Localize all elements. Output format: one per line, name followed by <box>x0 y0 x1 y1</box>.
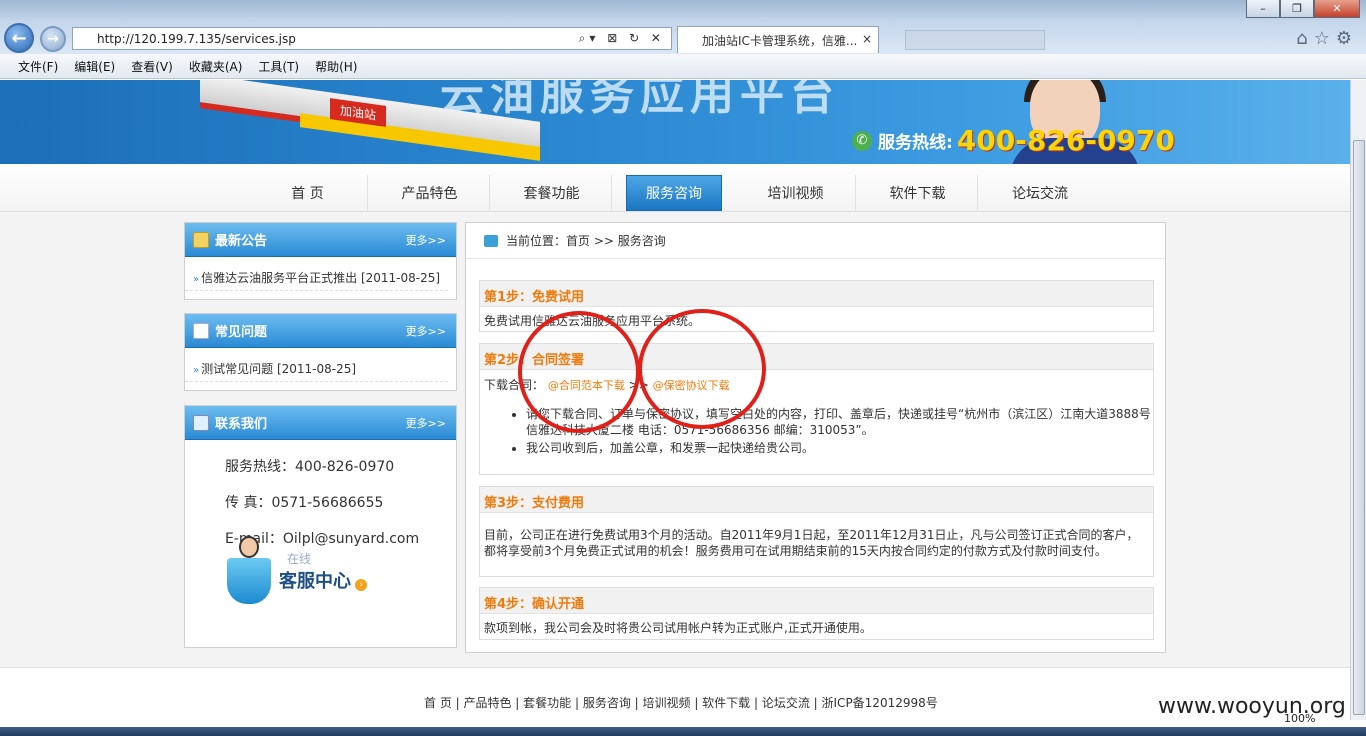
announcements-box: 最新公告 更多>> » 信雅达云油服务平台正式推出 [2011-08-25] <box>184 222 457 300</box>
forward-arrow-icon: → <box>47 31 59 47</box>
list-item[interactable]: » 信雅达云油服务平台正式推出 [2011-08-25] <box>185 257 448 291</box>
hotline-label: 服务热线: <box>878 133 953 153</box>
main-panel: 当前位置：首页 >> 服务咨询 第1步：免费试用 免费试用信雅达云油服务应用平台… <box>465 222 1166 653</box>
watermark: www.wooyun.org <box>1158 694 1346 719</box>
announcements-more-link[interactable]: 更多>> <box>406 232 446 248</box>
taskbar <box>0 727 1366 736</box>
step-body: 目前，公司正在进行免费试用3个月的活动。自2011年9月1日起，至2011年12… <box>484 528 1139 558</box>
menu-bar: 文件(F) 编辑(E) 查看(V) 收藏夹(A) 工具(T) 帮助(H) <box>0 54 1366 79</box>
favorites-star-icon[interactable]: ☆ <box>1314 28 1336 49</box>
phone-icon: ✆ <box>852 130 872 151</box>
back-arrow-icon: ← <box>11 27 27 49</box>
hotline: ✆ 服务热线: 400-826-0970 <box>852 124 1175 157</box>
contact-fax: 传 真：0571-56686655 <box>225 495 384 511</box>
nav-training-video[interactable]: 培训视频 <box>736 175 856 211</box>
announcement-text[interactable]: 信雅达云油服务平台正式推出 [2011-08-25] <box>201 271 440 285</box>
faq-box: 常见问题 更多>> » 测试常见问题 [2011-08-25] <box>184 313 457 391</box>
service-center-button[interactable]: 在线 客服中心 › <box>225 536 367 606</box>
gas-station-graphic: 加油站 <box>170 80 550 164</box>
main-nav: 首 页 产品特色 套餐功能 服务咨询 培训视频 软件下载 论坛交流 <box>0 164 1350 212</box>
address-tools-icons[interactable]: ⌕▾ ⊠ ↻ ✕ <box>579 31 665 46</box>
close-window-button[interactable]: ✕ <box>1314 0 1360 18</box>
step-title: 第1步：免费试用 <box>480 281 1153 307</box>
step-title: 第3步：支付费用 <box>480 487 1153 513</box>
nav-software-download[interactable]: 软件下载 <box>858 175 978 211</box>
contact-header: 联系我们 更多>> <box>185 406 456 440</box>
nav-packages[interactable]: 套餐功能 <box>492 175 612 211</box>
contact-box: 联系我们 更多>> 服务热线：400-826-0970 传 真：0571-566… <box>184 405 457 648</box>
book-icon <box>193 322 209 339</box>
menu-tools[interactable]: 工具(T) <box>258 58 299 75</box>
menu-help[interactable]: 帮助(H) <box>315 58 357 75</box>
service-center-label: 客服中心 <box>279 570 351 592</box>
minimize-button[interactable]: – <box>1246 0 1280 18</box>
maximize-button[interactable]: ❐ <box>1280 0 1314 18</box>
content-area: 最新公告 更多>> » 信雅达云油服务平台正式推出 [2011-08-25] 常见… <box>0 212 1350 667</box>
toolbar-right-icons: ⌂☆⚙ <box>1296 28 1358 49</box>
nav-forum[interactable]: 论坛交流 <box>980 175 1100 211</box>
nav-home[interactable]: 首 页 <box>248 175 368 211</box>
nav-service-consult[interactable]: 服务咨询 <box>626 175 722 211</box>
list-item: 我公司收到后，加盖公章，和发票一起快递给贵公司。 <box>526 440 1153 456</box>
faq-title: 常见问题 <box>215 325 268 340</box>
scrollbar-thumb[interactable] <box>1353 140 1365 715</box>
chat-icon <box>193 414 209 431</box>
arrow-circle-icon: › <box>355 578 367 591</box>
faq-header: 常见问题 更多>> <box>185 314 456 348</box>
customer-service-agent-icon <box>225 536 273 606</box>
announcements-title: 最新公告 <box>215 234 268 249</box>
site-banner: 云油服务应用平台 加油站 ✆ 服务热线: 400-826-0970 <box>0 80 1350 164</box>
forward-button[interactable]: → <box>40 26 66 52</box>
web-page: 云油服务应用平台 加油站 ✆ 服务热线: 400-826-0970 首 页 产品… <box>0 80 1350 736</box>
gear-icon[interactable]: ⚙ <box>1336 28 1358 49</box>
zoom-level[interactable]: 100% <box>1284 712 1315 725</box>
contact-more-link[interactable]: 更多>> <box>406 415 446 431</box>
step-4: 第4步：确认开通 款项到帐，我公司会及时将贵公司试用帐户转为正式账户,正式开通使… <box>479 587 1154 640</box>
menu-file[interactable]: 文件(F) <box>18 58 58 75</box>
announcements-header: 最新公告 更多>> <box>185 223 456 257</box>
menu-favorites[interactable]: 收藏夹(A) <box>189 58 243 75</box>
browser-chrome: – ❐ ✕ ← → http://120.199.7.135/services.… <box>0 0 1366 54</box>
tab-title: 加油站IC卡管理系统，信雅... <box>702 33 858 48</box>
contact-hotline: 服务热线：400-826-0970 <box>225 459 395 475</box>
faq-text[interactable]: 测试常见问题 [2011-08-25] <box>201 362 356 376</box>
step-body: 款项到帐，我公司会及时将贵公司试用帐户转为正式账户,正式开通使用。 <box>484 621 872 635</box>
home-icon[interactable]: ⌂ <box>1296 28 1313 49</box>
step-title: 第4步：确认开通 <box>480 588 1153 614</box>
nav-product-features[interactable]: 产品特色 <box>370 175 490 211</box>
window-controls: – ❐ ✕ <box>1246 0 1360 18</box>
back-button[interactable]: ← <box>4 23 34 53</box>
red-annotation-circle <box>518 311 640 433</box>
browser-tab-new[interactable] <box>905 30 1045 50</box>
vertical-scrollbar[interactable] <box>1350 80 1366 720</box>
red-annotation-circle <box>638 309 766 429</box>
menu-view[interactable]: 查看(V) <box>131 58 173 75</box>
url-text[interactable]: http://120.199.7.135/services.jsp <box>97 32 296 46</box>
browser-tab-active[interactable]: 加油站IC卡管理系统，信雅... × <box>677 26 879 53</box>
home-icon <box>484 234 498 247</box>
address-bar[interactable]: http://120.199.7.135/services.jsp ⌕▾ ⊠ ↻… <box>72 27 672 50</box>
tab-close-icon[interactable]: × <box>862 32 872 46</box>
notice-icon <box>193 231 209 248</box>
menu-edit[interactable]: 编辑(E) <box>74 58 115 75</box>
contact-title: 联系我们 <box>215 417 268 432</box>
breadcrumb-text: 当前位置：首页 >> 服务咨询 <box>506 234 666 248</box>
breadcrumb: 当前位置：首页 >> 服务咨询 <box>466 223 1165 259</box>
footer-links[interactable]: 首 页 | 产品特色 | 套餐功能 | 服务咨询 | 培训视频 | 软件下载 |… <box>424 694 938 711</box>
hotline-number: 400-826-0970 <box>956 124 1175 157</box>
faq-more-link[interactable]: 更多>> <box>406 323 446 339</box>
list-item[interactable]: » 测试常见问题 [2011-08-25] <box>185 348 448 382</box>
step-3: 第3步：支付费用 目前，公司正在进行免费试用3个月的活动。自2011年9月1日起… <box>479 486 1154 577</box>
online-label: 在线 <box>287 551 312 566</box>
